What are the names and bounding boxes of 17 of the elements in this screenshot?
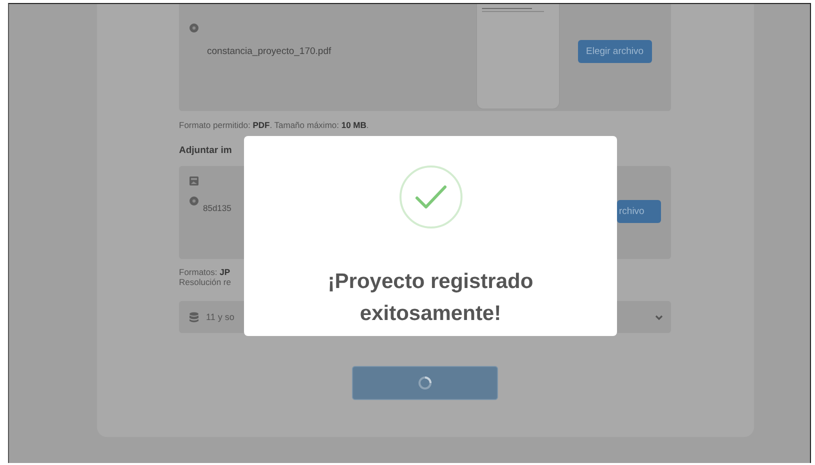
dialog-title: ¡Proyecto registrado exitosamente! xyxy=(326,269,534,327)
circle-icon xyxy=(189,196,199,206)
choose-file-button[interactable]: rchivo xyxy=(617,200,661,223)
image-icon xyxy=(189,176,199,186)
loading-spinner-icon xyxy=(418,376,432,390)
choose-file-button[interactable]: Elegir archivo xyxy=(578,40,652,63)
file-name: 85d135 xyxy=(203,203,232,213)
checkmark-icon xyxy=(398,165,462,229)
format-hint: Resolución re xyxy=(179,277,231,287)
database-icon xyxy=(189,312,199,322)
file-name: constancia_proyecto_170.pdf xyxy=(207,46,332,57)
format-hint: Formato permitido: PDF. Tamaño máximo: 10 MB. xyxy=(179,120,369,130)
format-hint: Formatos: JP xyxy=(179,267,230,277)
chevron-down-icon xyxy=(655,314,663,320)
section-label: Adjuntar im xyxy=(179,145,232,156)
circle-icon xyxy=(189,23,199,33)
submit-button[interactable] xyxy=(352,366,498,400)
